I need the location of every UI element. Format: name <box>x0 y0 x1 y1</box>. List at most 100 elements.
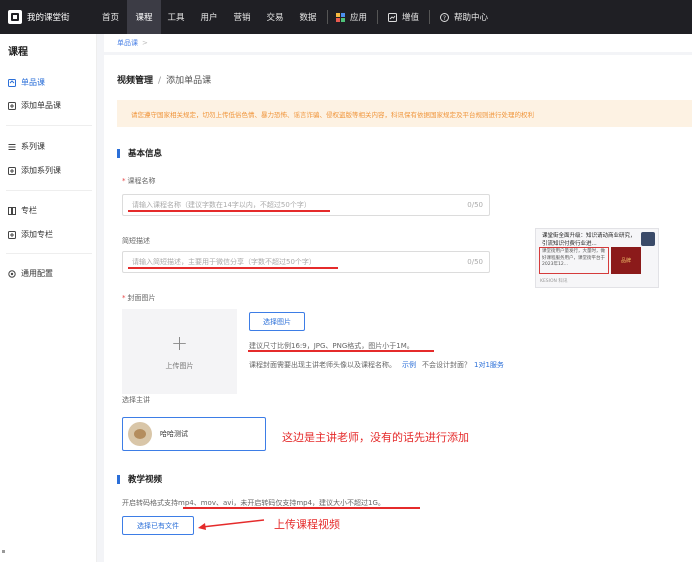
sidebar-item-series[interactable]: 系列课 <box>8 141 45 152</box>
add-column-icon <box>8 230 16 239</box>
header-separator <box>104 52 692 55</box>
no-design-text: 不会设计封面？ <box>422 361 471 369</box>
summary-placeholder: 请输入简短描述，主要用于微信分享（字数不超过50个字） <box>132 258 316 266</box>
section-title-video: 教学视频 <box>117 473 162 485</box>
brand-name: 我的课堂街 <box>27 13 70 23</box>
avatar <box>128 422 152 446</box>
nav-help-label: 帮助中心 <box>454 13 489 23</box>
nav-item-apps[interactable]: 应用 <box>336 0 367 34</box>
course-name-input[interactable]: 请输入课程名称（建议字数在14字以内，不超过50个字） 0/50 <box>122 194 490 216</box>
teacher-label: 选择主讲 <box>122 396 150 404</box>
add-single-course-icon <box>8 101 16 110</box>
nav-item-addon[interactable]: 增值 <box>388 0 419 34</box>
cover-content-hint-text: 课程封面需要出现主讲老师头像以及课程名称。 <box>249 361 396 369</box>
nav-item-home[interactable]: 首页 <box>97 0 124 34</box>
summary-label-text: 简短描述 <box>122 237 150 245</box>
series-icon <box>8 143 16 151</box>
video-annotation: 上传课程视频 <box>274 518 340 531</box>
breadcrumb-item[interactable]: 单品课 <box>117 39 138 47</box>
required-mark: * <box>122 177 126 185</box>
annotation-underline <box>248 350 434 352</box>
sidebar-item-add-column[interactable]: 添加专栏 <box>8 229 53 240</box>
nav-item-tools[interactable]: 工具 <box>165 0 187 34</box>
required-mark: * <box>122 294 126 302</box>
sidebar-divider <box>6 125 92 126</box>
breadcrumb-separator: > <box>142 39 148 47</box>
section-title-basic: 基本信息 <box>117 147 162 159</box>
nav-item-help[interactable]: ? 帮助中心 <box>440 0 488 34</box>
sidebar-item-add-single-course[interactable]: 添加单品课 <box>8 100 61 111</box>
sidebar-item-single-course[interactable]: 单品课 <box>8 77 45 88</box>
nav-item-trade[interactable]: 交易 <box>264 0 286 34</box>
teacher-name: 哈哈测试 <box>160 430 188 438</box>
cover-label-text: 封面图片 <box>127 294 156 302</box>
notice-banner: 请您遵守国家相关规定，切勿上传低俗色情、暴力恐怖、谣言诈骗、侵权盗版等相关内容，… <box>117 100 692 127</box>
page-title-separator: / <box>158 76 162 86</box>
service-link[interactable]: 1对1服务 <box>474 361 504 369</box>
preview-avatar <box>641 232 655 246</box>
summary-label: 简短描述 <box>122 236 150 246</box>
example-link[interactable]: 示例 <box>402 361 416 369</box>
settings-icon <box>8 269 16 278</box>
sidebar-title: 课程 <box>8 47 28 58</box>
page-title-main[interactable]: 视频管理 <box>117 76 153 86</box>
nav-item-data[interactable]: 数据 <box>297 0 319 34</box>
scroll-indicator[interactable] <box>2 550 5 553</box>
nav-divider <box>327 10 328 24</box>
help-icon: ? <box>440 12 450 22</box>
sidebar-divider <box>6 190 92 191</box>
nav-addon-label: 增值 <box>402 13 420 23</box>
cover-label: * 封面图片 <box>122 293 156 303</box>
sidebar-item-label: 专栏 <box>21 206 37 215</box>
sidebar-item-label: 单品课 <box>21 78 45 87</box>
sidebar-item-label: 添加单品课 <box>21 101 61 110</box>
course-name-label-text: 课程名称 <box>127 177 156 185</box>
add-series-icon <box>8 166 16 175</box>
nav-item-course[interactable]: 课程 <box>127 0 161 34</box>
sidebar-item-label: 添加系列课 <box>21 166 61 175</box>
summary-input[interactable]: 请输入简短描述，主要用于微信分享（字数不超过50个字） 0/50 <box>122 251 490 273</box>
choose-file-button[interactable]: 选择已有文件 <box>122 516 194 535</box>
plus-icon: + <box>171 330 188 355</box>
course-name-count: 0/50 <box>467 201 483 209</box>
preview-footer: KESION 科讯 <box>540 279 568 284</box>
sidebar-item-label: 添加专栏 <box>21 230 53 239</box>
sidebar-divider <box>6 253 92 254</box>
annotation-underline <box>128 210 330 212</box>
sidebar-item-column[interactable]: 专栏 <box>8 205 37 216</box>
annotation-underline <box>183 507 420 509</box>
nav-item-marketing[interactable]: 营销 <box>231 0 253 34</box>
preview-title: 课堂街全面升级：知识请动商业研究，引流知识付费行业进... <box>542 233 636 247</box>
breadcrumb: 单品课 > <box>117 38 148 48</box>
summary-count: 0/50 <box>467 258 483 266</box>
top-nav: 我的课堂街 首页 课程 工具 用户 营销 交易 数据 应用 增值 ? 帮助中心 <box>0 0 692 34</box>
column-icon <box>8 206 16 215</box>
share-preview-card: 课堂街全面升级：知识请动商业研究，引流知识付费行业进... 课堂街用户量发行，大… <box>535 228 659 288</box>
cover-content-hint: 课程封面需要出现主讲老师头像以及课程名称。 示例 不会设计封面？ 1对1服务 <box>249 360 504 370</box>
preview-image: 品牌 <box>611 247 641 274</box>
course-name-label: * 课程名称 <box>122 176 156 186</box>
page-title-current: 添加单品课 <box>166 76 212 86</box>
app-icon <box>336 12 345 22</box>
single-course-icon <box>8 78 16 87</box>
upload-label: 上传图片 <box>165 361 194 370</box>
brand[interactable]: 我的课堂街 <box>0 10 97 24</box>
annotation-underline <box>128 267 338 269</box>
teacher-card[interactable]: 哈哈测试 <box>122 417 266 451</box>
sidebar-item-label: 系列课 <box>21 142 45 151</box>
nav-divider <box>377 10 379 24</box>
nav-item-users[interactable]: 用户 <box>198 0 220 34</box>
cover-upload-box[interactable]: + 上传图片 <box>122 309 237 394</box>
choose-image-button[interactable]: 选择图片 <box>249 312 305 331</box>
sidebar-item-settings[interactable]: 通用配置 <box>8 268 53 279</box>
teacher-annotation: 这边是主讲老师，没有的话先进行添加 <box>282 431 469 444</box>
arrow-icon <box>198 519 265 530</box>
sidebar: 课程 单品课 添加单品课 系列课 添加系列课 专栏 添加专栏 通用配置 <box>0 34 97 562</box>
addon-icon <box>388 12 398 22</box>
course-name-placeholder: 请输入课程名称（建议字数在14字以内，不超过50个字） <box>132 201 311 209</box>
preview-summary-box: 课堂街用户量发行，大量时，做好课程服务用户，课堂街平台于2023年12... <box>539 247 609 274</box>
nav-apps-label: 应用 <box>350 13 368 23</box>
nav-divider <box>429 10 431 24</box>
svg-text:?: ? <box>443 15 446 22</box>
sidebar-item-add-series[interactable]: 添加系列课 <box>8 165 61 176</box>
